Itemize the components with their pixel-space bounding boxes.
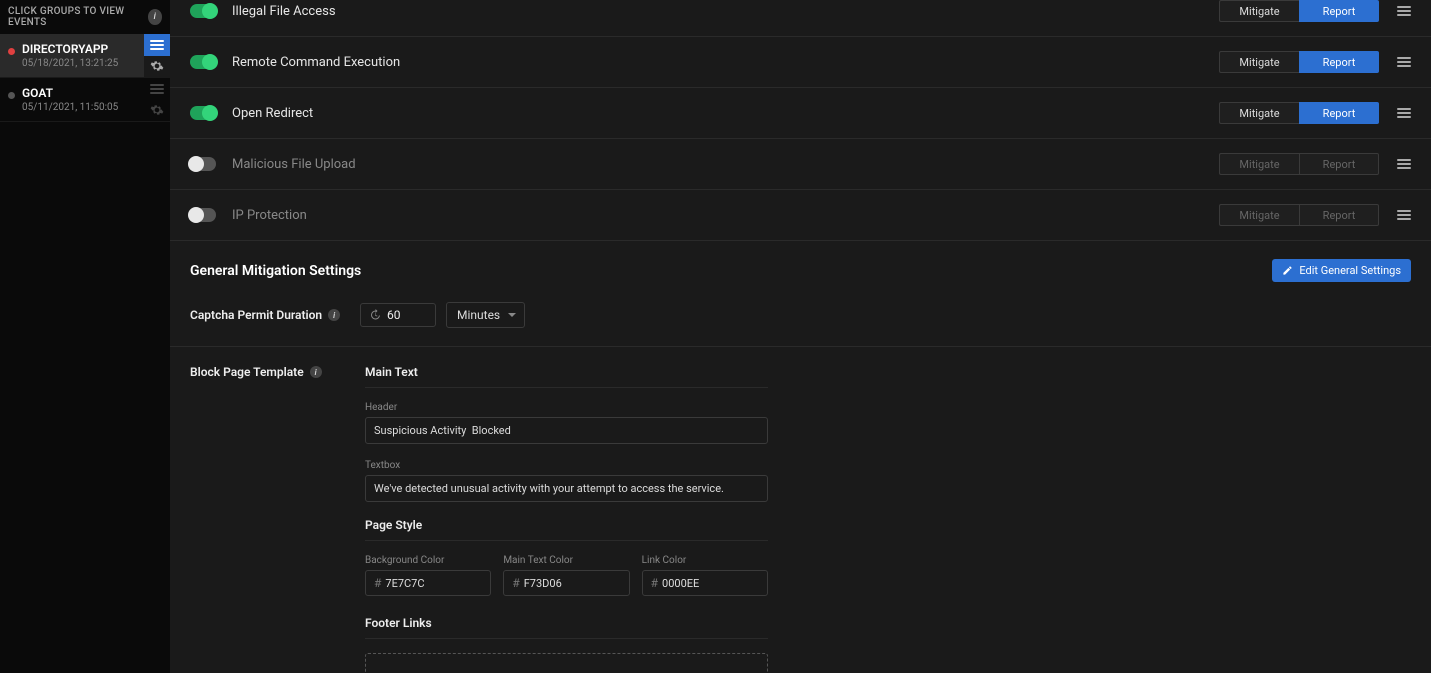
row-menu-icon[interactable] xyxy=(1397,159,1411,169)
main-panel: Illegal File Access Mitigate Report Remo… xyxy=(170,0,1431,673)
history-icon xyxy=(369,309,381,321)
bg-color-label: Background Color xyxy=(365,555,491,566)
link-color-label: Link Color xyxy=(642,555,768,566)
mitigate-button[interactable]: Mitigate xyxy=(1219,102,1299,124)
block-page-template-label: Block Page Template i xyxy=(190,365,360,379)
bg-color-input[interactable]: # xyxy=(365,570,491,596)
captcha-label: Captcha Permit Duration i xyxy=(190,308,360,322)
group-icon-column xyxy=(144,34,170,77)
row-menu-icon[interactable] xyxy=(1397,57,1411,67)
group-icon-column xyxy=(144,78,170,121)
group-date: 05/18/2021, 13:21:25 xyxy=(22,58,160,69)
rule-toggle[interactable] xyxy=(190,4,216,18)
sidebar: CLICK GROUPS TO VIEW EVENTS i DIRECTORYA… xyxy=(0,0,170,673)
rule-actions: Mitigate Report xyxy=(1219,0,1379,22)
rule-row: IP Protection Mitigate Report xyxy=(170,190,1431,241)
footer-links-heading: Footer Links xyxy=(365,616,768,639)
report-button[interactable]: Report xyxy=(1299,0,1379,22)
sidebar-group-goat[interactable]: GOAT 05/11/2021, 11:50:05 xyxy=(0,78,170,122)
edit-button-label: Edit General Settings xyxy=(1299,264,1401,277)
duration-value-input[interactable] xyxy=(387,308,427,322)
rule-name: Malicious File Upload xyxy=(232,157,356,172)
rule-row: Remote Command Execution Mitigate Report xyxy=(170,37,1431,88)
rule-name: Illegal File Access xyxy=(232,4,336,19)
textbox-label: Textbox xyxy=(365,460,768,471)
gear-icon[interactable] xyxy=(144,56,170,78)
textbox-input[interactable] xyxy=(365,475,768,502)
mitigate-button[interactable]: Mitigate xyxy=(1219,0,1299,22)
status-dot-icon xyxy=(8,92,15,99)
section-title: General Mitigation Settings xyxy=(190,263,361,279)
header-label: Header xyxy=(365,402,768,413)
page-style-heading: Page Style xyxy=(365,518,768,541)
rule-toggle[interactable] xyxy=(190,208,216,222)
group-name: GOAT xyxy=(22,86,160,100)
mitigate-button[interactable]: Mitigate xyxy=(1219,153,1299,175)
rule-actions: Mitigate Report xyxy=(1219,51,1379,73)
report-button[interactable]: Report xyxy=(1299,102,1379,124)
rule-toggle[interactable] xyxy=(190,106,216,120)
rule-row: Malicious File Upload Mitigate Report xyxy=(170,139,1431,190)
row-menu-icon[interactable] xyxy=(1397,108,1411,118)
rule-name: Remote Command Execution xyxy=(232,55,400,70)
sidebar-header-text: CLICK GROUPS TO VIEW EVENTS xyxy=(8,6,148,28)
group-date: 05/11/2021, 11:50:05 xyxy=(22,102,160,113)
sidebar-header: CLICK GROUPS TO VIEW EVENTS i xyxy=(0,0,170,34)
link-color-input[interactable]: # xyxy=(642,570,768,596)
edit-general-settings-button[interactable]: Edit General Settings xyxy=(1272,259,1411,282)
mitigate-button[interactable]: Mitigate xyxy=(1219,204,1299,226)
rule-row: Open Redirect Mitigate Report xyxy=(170,88,1431,139)
rule-name: IP Protection xyxy=(232,208,307,223)
rule-toggle[interactable] xyxy=(190,55,216,69)
rule-toggle[interactable] xyxy=(190,157,216,171)
duration-input[interactable] xyxy=(360,303,436,327)
hash-icon: # xyxy=(651,576,658,590)
main-text-color-label: Main Text Color xyxy=(503,555,629,566)
menu-icon[interactable] xyxy=(144,78,170,100)
header-input[interactable] xyxy=(365,417,768,444)
rule-row: Illegal File Access Mitigate Report xyxy=(170,0,1431,37)
rule-actions: Mitigate Report xyxy=(1219,204,1379,226)
add-footer-link-button[interactable]: + Add footer link xyxy=(365,653,768,673)
row-menu-icon[interactable] xyxy=(1397,6,1411,16)
main-text-color-input[interactable]: # xyxy=(503,570,629,596)
group-name: DIRECTORYAPP xyxy=(22,42,160,56)
mitigate-button[interactable]: Mitigate xyxy=(1219,51,1299,73)
info-icon[interactable]: i xyxy=(328,309,340,321)
menu-icon[interactable] xyxy=(144,34,170,56)
hash-icon: # xyxy=(374,576,381,590)
rule-actions: Mitigate Report xyxy=(1219,102,1379,124)
gear-icon[interactable] xyxy=(144,100,170,122)
report-button[interactable]: Report xyxy=(1299,204,1379,226)
status-dot-icon xyxy=(8,48,15,55)
pencil-icon xyxy=(1282,265,1293,276)
report-button[interactable]: Report xyxy=(1299,153,1379,175)
report-button[interactable]: Report xyxy=(1299,51,1379,73)
info-icon[interactable]: i xyxy=(148,9,162,25)
info-icon[interactable]: i xyxy=(310,366,322,378)
captcha-duration-row: Captcha Permit Duration i Minutes xyxy=(170,292,1431,347)
rule-name: Open Redirect xyxy=(232,106,313,121)
sidebar-group-directoryapp[interactable]: DIRECTORYAPP 05/18/2021, 13:21:25 xyxy=(0,34,170,78)
general-settings-header: General Mitigation Settings Edit General… xyxy=(170,241,1431,292)
rule-actions: Mitigate Report xyxy=(1219,153,1379,175)
main-text-heading: Main Text xyxy=(365,365,768,388)
block-page-template-section: Block Page Template i Main Text Header T… xyxy=(170,347,1431,673)
row-menu-icon[interactable] xyxy=(1397,210,1411,220)
duration-unit-select[interactable]: Minutes xyxy=(446,302,525,328)
hash-icon: # xyxy=(512,576,519,590)
